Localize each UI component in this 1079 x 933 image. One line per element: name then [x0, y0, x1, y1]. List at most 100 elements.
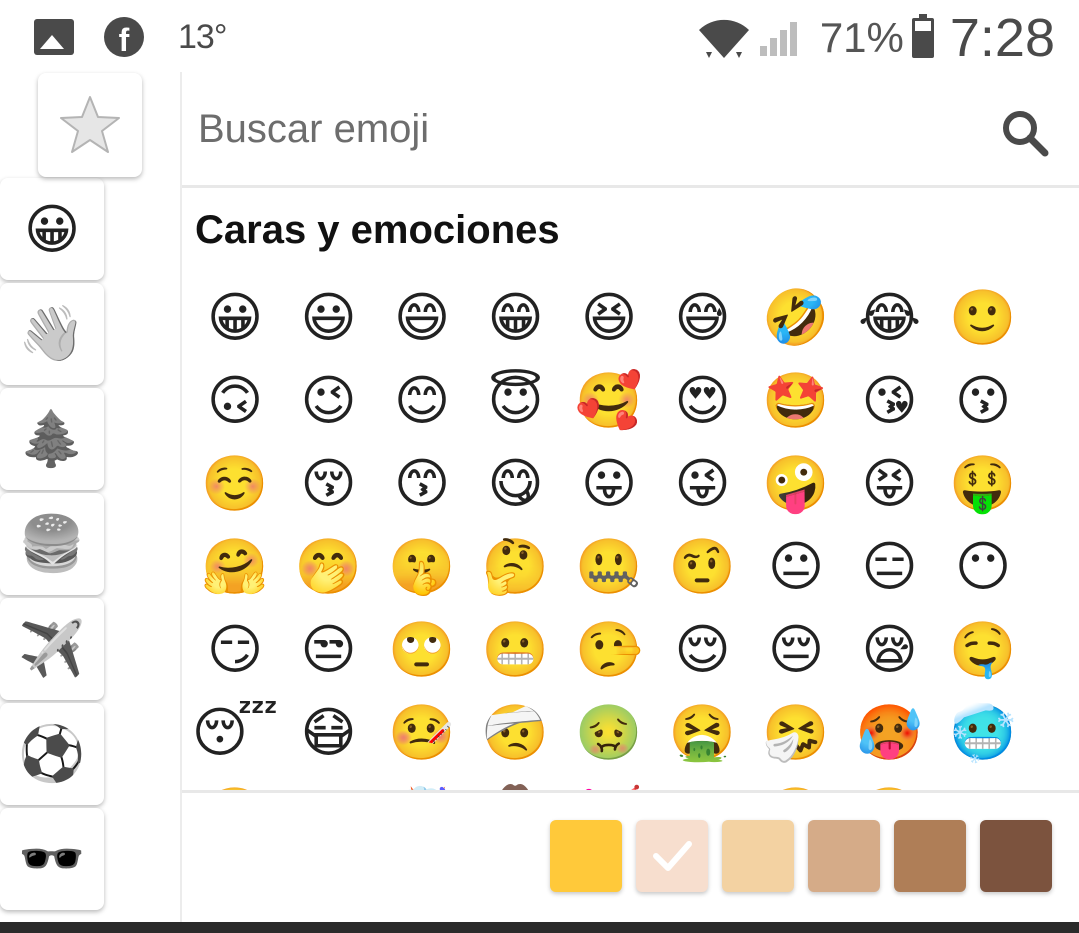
emoji-cell[interactable]: 😶 [938, 525, 1028, 609]
soccer-ball-icon: ⚽ [18, 722, 86, 785]
emoji-cell[interactable]: 😀 [190, 276, 280, 360]
emoji-cell[interactable]: 🥳 [564, 774, 654, 791]
burger-icon: 🍔 [18, 512, 86, 575]
emoji-cell[interactable]: ☺️ [190, 442, 280, 526]
emoji-cell[interactable]: 🤢 [564, 691, 654, 775]
emoji-cell[interactable]: 😎 [658, 774, 748, 791]
category-tab-caras[interactable]: 😀 [0, 178, 104, 280]
star-icon [60, 96, 120, 153]
emoji-grid: 😀 😃 😄 😁 😆 😅 🤣 😂 🙂 🙃 😉 😊 😇 🥰 😍 🤩 😘 😗 ☺️ 😚 😙 😋 😛 😜 🤪 😝 🤑 🤗 🤭 🤫 🤔 🤐 🤨 😐 😑 😶 😏 😒 🙄… [190, 276, 1070, 791]
skin-tone-dark[interactable] [980, 820, 1052, 892]
category-sidebar: 😀 👋 🌲 🍔 ✈️ ⚽ 🕶️ [0, 73, 180, 925]
emoji-cell[interactable]: 🥵 [845, 691, 935, 775]
emoji-cell[interactable]: 😇 [471, 359, 561, 443]
emoji-cell[interactable]: 🙄 [377, 608, 467, 692]
emoji-cell[interactable]: 🤠 [471, 774, 561, 791]
emoji-cell[interactable]: 😂 [845, 276, 935, 360]
emoji-cell[interactable]: 😊 [377, 359, 467, 443]
emoji-cell[interactable]: 🤧 [751, 691, 841, 775]
emoji-cell[interactable]: 🤪 [751, 442, 841, 526]
search-divider [182, 185, 1079, 188]
emoji-cell[interactable]: 🤒 [377, 691, 467, 775]
category-tab-comida[interactable]: 🍔 [0, 493, 104, 595]
skin-tone-medium-dark[interactable] [894, 820, 966, 892]
skin-tone-light[interactable] [636, 820, 708, 892]
emoji-cell[interactable]: 😆 [564, 276, 654, 360]
emoji-cell[interactable]: 🤐 [564, 525, 654, 609]
emoji-cell[interactable]: 😅 [658, 276, 748, 360]
category-tab-viajes[interactable]: ✈️ [0, 598, 104, 700]
emoji-cell[interactable]: 😐 [751, 525, 841, 609]
emoji-cell[interactable]: 😔 [751, 608, 841, 692]
checkmark-icon [653, 841, 692, 871]
skin-tone-default[interactable] [550, 820, 622, 892]
emoji-cell[interactable]: 😒 [284, 608, 374, 692]
emoji-cell[interactable]: 😑 [845, 525, 935, 609]
emoji-cell[interactable]: 😴 [190, 691, 280, 775]
emoji-cell[interactable]: 😍 [658, 359, 748, 443]
search-icon[interactable] [1000, 108, 1050, 158]
emoji-cell[interactable]: 😜 [658, 442, 748, 526]
emoji-cell[interactable]: 🤑 [938, 442, 1028, 526]
category-tab-recent[interactable] [38, 73, 142, 177]
emoji-cell[interactable]: 🤕 [471, 691, 561, 775]
emoji-cell[interactable]: 🤩 [751, 359, 841, 443]
status-left: f 13° [34, 15, 227, 59]
emoji-cell[interactable]: 🤫 [377, 525, 467, 609]
status-right: 71% 7:28 [696, 8, 1055, 68]
skin-tone-medium[interactable] [808, 820, 880, 892]
section-title: Caras y emociones [195, 208, 560, 252]
emoji-cell[interactable]: 😕 [938, 774, 1028, 791]
emoji-cell[interactable]: 😛 [564, 442, 654, 526]
emoji-cell[interactable]: 🤣 [751, 276, 841, 360]
emoji-cell[interactable]: 🤗 [190, 525, 280, 609]
image-icon [34, 19, 74, 55]
emoji-cell[interactable]: 🙃 [190, 359, 280, 443]
emoji-cell[interactable]: 😋 [471, 442, 561, 526]
emoji-cell[interactable]: 😚 [284, 442, 374, 526]
emoji-cell[interactable]: 🥰 [564, 359, 654, 443]
emoji-cell[interactable]: 🤮 [658, 691, 748, 775]
emoji-cell[interactable]: 🤥 [564, 608, 654, 692]
emoji-cell[interactable]: 😵 [284, 774, 374, 791]
emoji-cell[interactable]: 😗 [938, 359, 1028, 443]
tree-icon: 🌲 [18, 407, 86, 470]
emoji-cell[interactable]: 🤔 [471, 525, 561, 609]
emoji-cell[interactable]: 😘 [845, 359, 935, 443]
emoji-cell[interactable]: 😙 [377, 442, 467, 526]
emoji-cell[interactable]: 🙂 [938, 276, 1028, 360]
emoji-cell[interactable]: 😄 [377, 276, 467, 360]
emoji-cell[interactable]: 😬 [471, 608, 561, 692]
category-tab-personas[interactable]: 👋 [0, 283, 104, 385]
emoji-cell[interactable]: 🤭 [284, 525, 374, 609]
category-tab-actividades[interactable]: ⚽ [0, 703, 104, 805]
emoji-cell[interactable]: 🤓 [751, 774, 841, 791]
skin-tone-medium-light[interactable] [722, 820, 794, 892]
navigation-bar-edge [0, 922, 1079, 933]
emoji-cell[interactable]: 🤯 [377, 774, 467, 791]
category-tab-naturaleza[interactable]: 🌲 [0, 388, 104, 490]
emoji-cell[interactable]: 😉 [284, 359, 374, 443]
search-bar [182, 72, 1079, 186]
battery-icon [911, 14, 934, 58]
battery-percent: 71% [819, 14, 904, 61]
emoji-cell[interactable]: 😷 [284, 691, 374, 775]
emoji-cell[interactable]: 🤤 [938, 608, 1028, 692]
temperature: 13° [178, 17, 227, 56]
facebook-icon: f [104, 17, 144, 58]
emoji-cell[interactable]: 😪 [845, 608, 935, 692]
category-tab-objetos[interactable]: 🕶️ [0, 808, 104, 910]
emoji-cell[interactable]: 🥶 [938, 691, 1028, 775]
emoji-cell[interactable]: 😁 [471, 276, 561, 360]
airplane-icon: ✈️ [18, 617, 86, 680]
emoji-cell[interactable]: 🤨 [658, 525, 748, 609]
emoji-cell[interactable]: 🥴 [190, 774, 280, 791]
emoji-cell[interactable]: 🧐 [845, 774, 935, 791]
emoji-cell[interactable]: 😏 [190, 608, 280, 692]
emoji-cell[interactable]: 😝 [845, 442, 935, 526]
emoji-cell[interactable]: 😌 [658, 608, 748, 692]
sidebar-divider [180, 72, 182, 922]
emoji-cell[interactable]: 😃 [284, 276, 374, 360]
search-input[interactable] [196, 96, 980, 162]
wifi-icon [698, 19, 749, 59]
